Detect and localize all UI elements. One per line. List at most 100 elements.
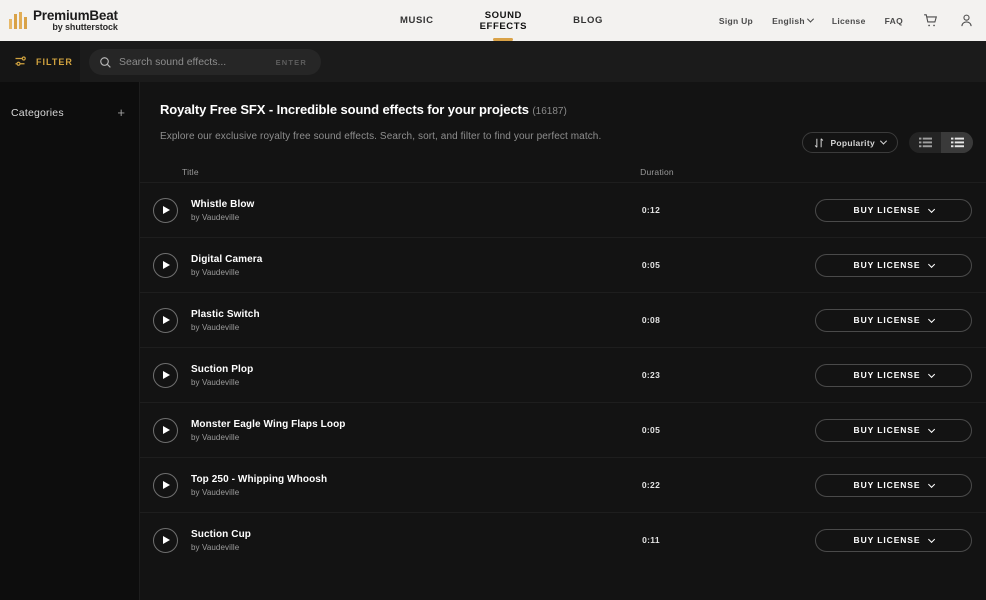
logo-title: PremiumBeat: [33, 9, 118, 23]
chevron-down-icon: [928, 370, 935, 377]
buy-license-button[interactable]: BUY LICENSE: [815, 529, 972, 552]
track-title: Plastic Switch: [191, 309, 591, 320]
sidebar: Categories +: [0, 82, 140, 600]
search-bar[interactable]: ENTER: [89, 49, 321, 75]
track-title: Top 250 - Whipping Whoosh: [191, 474, 591, 485]
main-navigation: MUSIC SOUND EFFECTS BLOG: [400, 0, 603, 41]
play-button[interactable]: [153, 253, 178, 278]
buy-license-label: BUY LICENSE: [854, 315, 921, 325]
track-duration: 0:12: [591, 205, 711, 215]
buy-license-label: BUY LICENSE: [854, 480, 921, 490]
track-list: Whistle Blowby Vaudeville0:12 BUY LICENSE…: [140, 182, 986, 567]
chevron-down-icon: [928, 480, 935, 487]
track-meta: Monster Eagle Wing Flaps Loopby Vaudevil…: [191, 419, 591, 442]
buy-license-label: BUY LICENSE: [854, 260, 921, 270]
track-meta: Suction Plopby Vaudeville: [191, 364, 591, 387]
nav-item-sound-effects-line2: EFFECTS: [480, 21, 527, 32]
search-enter-hint: ENTER: [276, 58, 311, 67]
site-logo[interactable]: PremiumBeat by shutterstock: [0, 9, 118, 32]
language-label: English: [772, 16, 805, 26]
page-title-text: Royalty Free SFX - Incredible sound effe…: [160, 102, 529, 117]
view-toggle-detailed[interactable]: [941, 132, 973, 153]
faq-link[interactable]: FAQ: [885, 16, 903, 26]
track-meta: Top 250 - Whipping Whoosh by Vaudeville: [191, 474, 591, 497]
table-row[interactable]: Suction Cup by Vaudeville0:11 BUY LICENSE: [140, 512, 986, 567]
categories-label: Categories: [11, 107, 64, 119]
buy-cell: BUY LICENSE: [711, 309, 973, 332]
track-meta: Suction Cup by Vaudeville: [191, 529, 591, 552]
buy-cell: BUY LICENSE: [711, 364, 973, 387]
license-link[interactable]: License: [832, 16, 866, 26]
filter-label: FILTER: [36, 57, 73, 67]
play-icon: [163, 316, 170, 324]
chevron-down-icon: [928, 315, 935, 322]
buy-license-label: BUY LICENSE: [854, 425, 921, 435]
table-header-row: Title Duration: [140, 162, 986, 182]
table-row[interactable]: Plastic Switchby Vaudeville0:08BUY LICEN…: [140, 292, 986, 347]
nav-item-sound-effects[interactable]: SOUND EFFECTS: [480, 10, 527, 32]
track-duration: 0:05: [591, 260, 711, 270]
column-header-title: Title: [182, 167, 602, 177]
logo-subtitle: by shutterstock: [33, 23, 118, 32]
chevron-down-icon: [928, 535, 935, 542]
shopping-cart-icon[interactable]: [922, 12, 939, 29]
main-content: Royalty Free SFX - Incredible sound effe…: [140, 82, 986, 600]
user-account-icon[interactable]: [958, 12, 975, 29]
buy-license-button[interactable]: BUY LICENSE: [815, 254, 972, 277]
nav-item-blog[interactable]: BLOG: [573, 15, 603, 26]
sort-label: Popularity: [830, 138, 875, 148]
buy-license-button[interactable]: BUY LICENSE: [815, 309, 972, 332]
plus-icon[interactable]: +: [117, 106, 125, 119]
table-row[interactable]: Whistle Blowby Vaudeville0:12 BUY LICENSE: [140, 182, 986, 237]
table-row[interactable]: Digital Cameraby Vaudeville0:05 BUY LICEN…: [140, 237, 986, 292]
track-artist: by Vaudeville: [191, 543, 591, 552]
track-table: Title Duration Whistle Blowby Vaudeville…: [140, 162, 986, 567]
view-toggle-compact[interactable]: [909, 132, 941, 153]
sliders-icon: [14, 55, 29, 68]
track-artist: by Vaudeville: [191, 213, 591, 222]
buy-cell: BUY LICENSE: [711, 199, 973, 222]
premiumbeat-sfx-page: PremiumBeat by shutterstock MUSIC SOUND …: [0, 0, 986, 600]
track-artist: by Vaudeville: [191, 323, 591, 332]
track-meta: Digital Cameraby Vaudeville: [191, 254, 591, 277]
sort-dropdown[interactable]: Popularity: [802, 132, 898, 153]
nav-item-sound-effects-line1: SOUND: [480, 10, 527, 21]
column-header-duration: Duration: [602, 167, 712, 177]
chevron-down-icon: [880, 138, 887, 145]
sidebar-item-categories[interactable]: Categories +: [0, 82, 139, 119]
nav-item-music[interactable]: MUSIC: [400, 15, 434, 26]
track-artist: by Vaudeville: [191, 378, 591, 387]
list-icon: [951, 137, 964, 148]
buy-license-button[interactable]: BUY LICENSE: [815, 474, 972, 497]
buy-license-label: BUY LICENSE: [854, 370, 921, 380]
track-meta: Plastic Switch by Vaudeville: [191, 309, 591, 332]
play-button[interactable]: [153, 363, 178, 388]
play-button[interactable]: [153, 308, 178, 333]
buy-license-button[interactable]: BUY LICENSE: [815, 364, 972, 387]
track-artist: by Vaudeville: [191, 488, 591, 497]
filter-button[interactable]: FILTER: [0, 41, 80, 82]
play-icon: [163, 371, 170, 379]
chevron-down-icon: [928, 260, 935, 267]
play-button[interactable]: [153, 473, 178, 498]
buy-license-button[interactable]: BUY LICENSE: [815, 419, 972, 442]
track-title: Monster Eagle Wing Flaps Loop: [191, 419, 591, 430]
table-row[interactable]: Monster Eagle Wing Flaps Loopby Vaudevil…: [140, 402, 986, 457]
search-input[interactable]: [112, 56, 276, 68]
buy-license-button[interactable]: BUY LICENSE: [815, 199, 972, 222]
chevron-down-icon: [807, 16, 814, 23]
play-button[interactable]: [153, 528, 178, 553]
track-duration: 0:11: [591, 535, 711, 545]
table-row[interactable]: Suction Plopby Vaudeville0:23BUY LICENSE: [140, 347, 986, 402]
play-button[interactable]: [153, 418, 178, 443]
filter-toolbar: FILTER ENTER: [0, 41, 986, 82]
list-icon: [919, 137, 932, 148]
table-row[interactable]: Top 250 - Whipping Whoosh by Vaudeville0:…: [140, 457, 986, 512]
track-duration: 0:22: [591, 480, 711, 490]
track-meta: Whistle Blowby Vaudeville: [191, 199, 591, 222]
play-button[interactable]: [153, 198, 178, 223]
track-title: Suction Cup: [191, 529, 591, 540]
sign-up-link[interactable]: Sign Up: [719, 16, 753, 26]
buy-cell: BUY LICENSE: [711, 474, 973, 497]
language-selector[interactable]: English: [772, 16, 813, 26]
